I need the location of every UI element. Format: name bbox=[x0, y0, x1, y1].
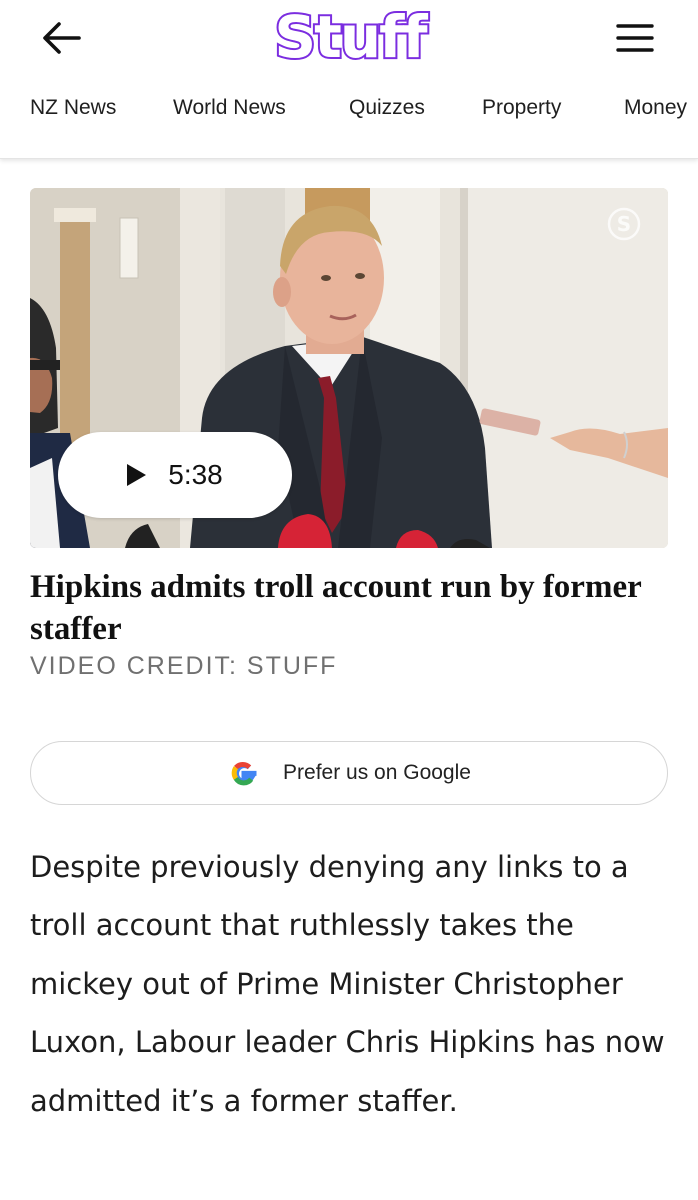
nav-item-property[interactable]: Property bbox=[482, 96, 561, 120]
nav-item-nz-news[interactable]: NZ News bbox=[30, 96, 116, 120]
article-body-paragraph: Despite previously denying any links to … bbox=[30, 850, 665, 1118]
site-logo[interactable]: Stuff bbox=[264, 4, 436, 70]
back-button[interactable] bbox=[38, 18, 84, 58]
nav-item-quizzes[interactable]: Quizzes bbox=[349, 96, 425, 120]
video-credit: VIDEO CREDIT: STUFF bbox=[30, 652, 338, 680]
section-nav: NZ News World News Quizzes Property Mone… bbox=[0, 88, 698, 134]
play-video-button[interactable]: 5:38 bbox=[58, 432, 292, 518]
arrow-left-icon bbox=[43, 22, 81, 54]
video-watermark: S bbox=[617, 212, 631, 236]
hamburger-menu-icon bbox=[616, 24, 654, 52]
article-headline: Hipkins admits troll account run by form… bbox=[30, 569, 642, 647]
prefer-google-button[interactable]: Prefer us on Google bbox=[30, 741, 668, 805]
nav-item-money[interactable]: Money bbox=[624, 96, 687, 120]
google-g-icon bbox=[231, 762, 257, 786]
nav-item-world-news[interactable]: World News bbox=[173, 96, 286, 120]
prefer-google-label: Prefer us on Google bbox=[283, 761, 471, 784]
menu-button[interactable] bbox=[612, 18, 658, 58]
site-header: Stuff NZ News World News Quizzes Propert… bbox=[0, 0, 698, 159]
play-icon bbox=[127, 464, 147, 486]
video-duration: 5:38 bbox=[168, 459, 223, 490]
logo-wordmark: Stuff bbox=[272, 3, 429, 71]
